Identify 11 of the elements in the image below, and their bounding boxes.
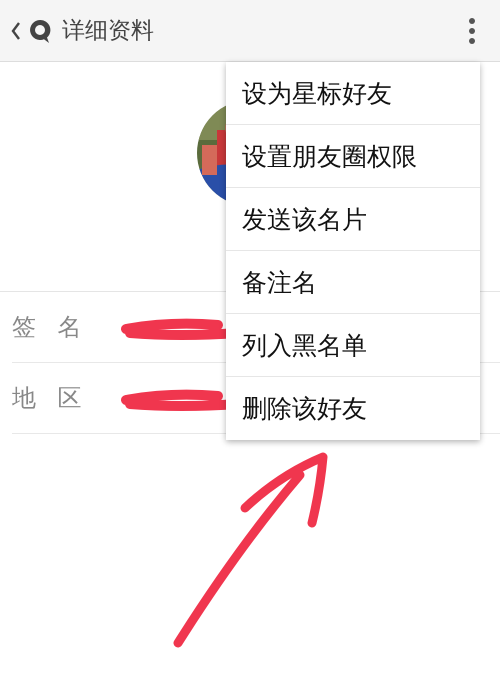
back-icon[interactable] (10, 20, 22, 40)
field-label: 地 区 (12, 383, 83, 414)
field-label: 签 名 (12, 312, 83, 343)
menu-item[interactable]: 发送该名片 (226, 188, 480, 251)
page-title: 详细资料 (62, 17, 155, 46)
menu-item[interactable]: 备注名 (226, 251, 480, 314)
menu-item[interactable]: 删除该好友 (226, 377, 480, 440)
menu-item[interactable]: 设为星标好友 (226, 62, 480, 125)
menu-item[interactable]: 列入黑名单 (226, 314, 480, 377)
chat-bubble-icon (28, 18, 52, 44)
menu-item[interactable]: 设置朋友圈权限 (226, 125, 480, 188)
